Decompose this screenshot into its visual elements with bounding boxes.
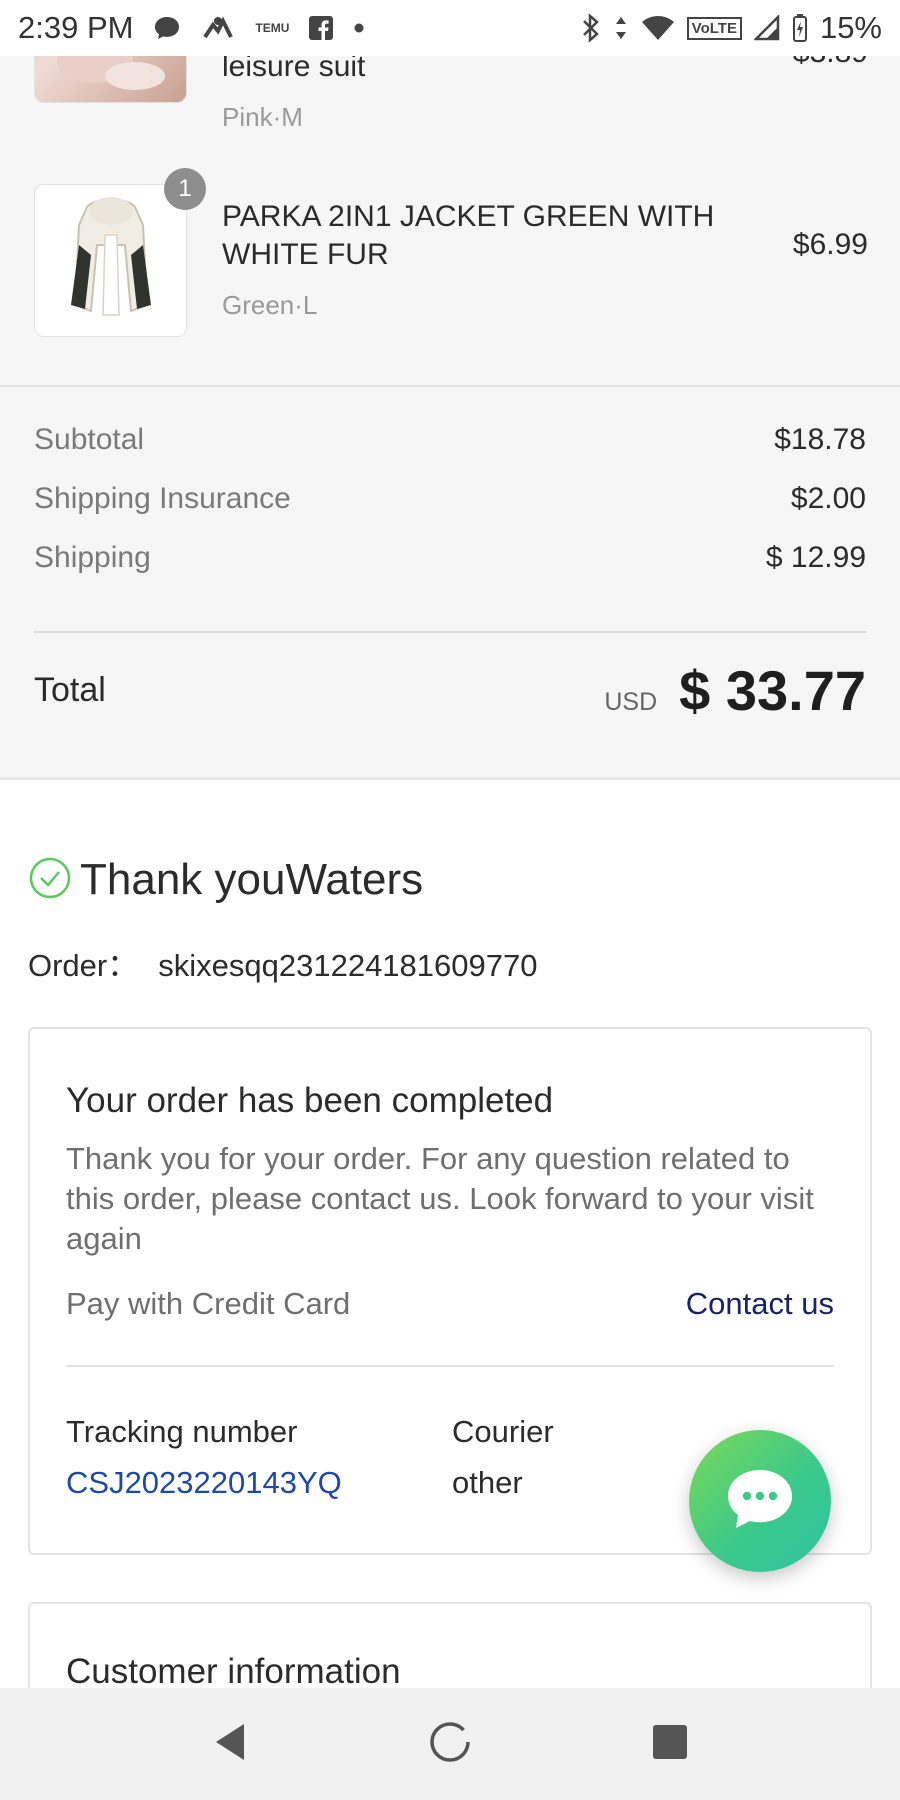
insurance-row: Shipping Insurance $2.00: [34, 482, 866, 516]
volte-icon: VoLTE: [686, 16, 742, 40]
order-items-section: leisure suit Pink·M $3.89 1 PARKA 2IN1 J…: [0, 0, 900, 385]
home-circle-icon: [428, 1720, 472, 1769]
courier-value: other: [452, 1465, 523, 1500]
order-label: Order：: [28, 948, 139, 983]
shipping-value: $ 12.99: [765, 541, 866, 574]
signal-icon: [753, 15, 780, 41]
item-name: PARKA 2IN1 JACKET GREEN WITH WHITE FUR: [222, 200, 715, 271]
chat-bubble-icon: [153, 15, 181, 41]
total-amount-group: USD $ 33.77: [604, 658, 866, 723]
card-divider: [66, 1365, 834, 1367]
contact-us-link[interactable]: Contact us: [686, 1286, 834, 1322]
status-right: VoLTE 15%: [581, 10, 882, 46]
thank-you-heading: Thank youWaters: [28, 855, 423, 905]
app-icon: [201, 15, 235, 41]
insurance-label: Shipping Insurance: [34, 482, 291, 515]
item-variant: Pink·M: [222, 102, 303, 132]
tracking-number-link[interactable]: CSJ2023220143YQ: [66, 1465, 342, 1501]
order-number-line: Order： skixesqq231224181609770: [28, 940, 537, 985]
back-triangle-icon: [212, 1722, 248, 1767]
recents-button[interactable]: [630, 1704, 710, 1784]
chat-button[interactable]: [689, 1430, 831, 1572]
subtotal-label: Subtotal: [34, 423, 145, 456]
summary-divider: [34, 631, 866, 633]
order-status-message: Thank you for your order. For any questi…: [66, 1141, 814, 1256]
chat-icon: [724, 1466, 796, 1537]
subtotal-value: $18.78: [774, 423, 866, 456]
status-time: 2:39 PM: [18, 10, 134, 45]
courier-label: Courier: [452, 1414, 554, 1449]
check-circle-icon: [28, 856, 72, 905]
thank-you-title: Thank youWaters: [80, 855, 424, 904]
order-content[interactable]: leisure suit Pink·M $3.89 1 PARKA 2IN1 J…: [0, 0, 900, 1688]
insurance-value: $2.00: [790, 482, 866, 515]
order-item[interactable]: 1 PARKA 2IN1 JACKET GREEN WITH WHITE FUR…: [34, 168, 868, 344]
bluetooth-icon: [581, 13, 601, 43]
wifi-icon: [641, 15, 675, 41]
back-button[interactable]: [190, 1704, 270, 1784]
order-id: skixesqq231224181609770: [158, 948, 538, 983]
facebook-icon: [309, 16, 334, 40]
system-nav-bar: [0, 1688, 900, 1800]
status-left: 2:39 PM TEMU: [18, 10, 365, 46]
tracking-number-label: Tracking number: [66, 1414, 298, 1449]
total-label: Total: [34, 670, 106, 709]
quantity-badge: 1: [164, 168, 206, 210]
payment-method: Pay with Credit Card: [66, 1286, 351, 1321]
customer-info-card: Customer information: [28, 1602, 872, 1688]
total-row: Total USD $ 33.77: [34, 655, 866, 725]
item-variant: Green·L: [222, 290, 318, 320]
order-summary: Subtotal $18.78 Shipping Insurance $2.00…: [0, 385, 900, 780]
order-status-title: Your order has been completed: [66, 1081, 554, 1120]
customer-info-title: Customer information: [66, 1652, 401, 1688]
shipping-label: Shipping: [34, 541, 151, 574]
status-bar: 2:39 PM TEMU VoLTE 15%: [0, 0, 900, 56]
recents-square-icon: [651, 1723, 689, 1766]
total-amount: $ 33.77: [679, 658, 866, 722]
subtotal-row: Subtotal $18.78: [34, 423, 866, 457]
home-button[interactable]: [410, 1704, 490, 1784]
battery-charging-icon: [792, 13, 808, 43]
shipping-row: Shipping $ 12.99: [34, 541, 866, 575]
dot-icon: [353, 22, 365, 34]
battery-percent: 15%: [819, 10, 882, 45]
currency-label: USD: [604, 687, 658, 716]
item-price: $6.99: [792, 228, 868, 261]
data-arrows-icon: [613, 15, 629, 41]
item-thumbnail[interactable]: [34, 184, 187, 337]
temu-icon: TEMU: [255, 21, 290, 35]
